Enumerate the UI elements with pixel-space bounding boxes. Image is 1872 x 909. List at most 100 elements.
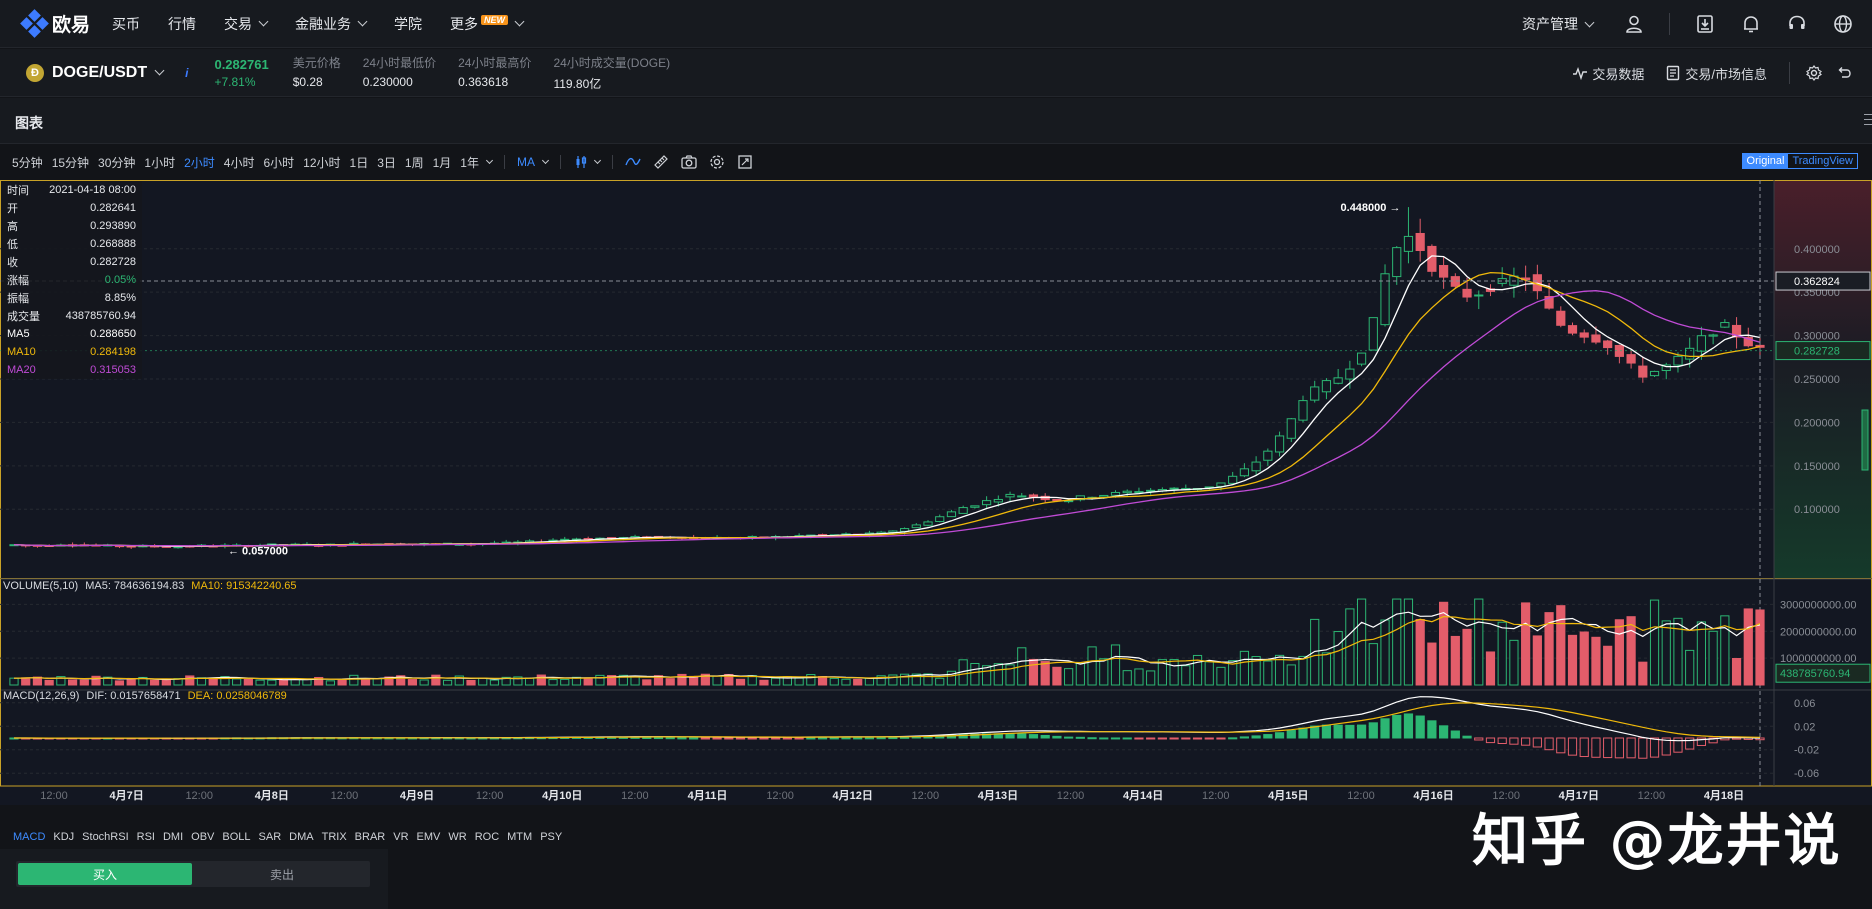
brand-logo[interactable]: 欧易	[20, 8, 90, 38]
settings-icon[interactable]	[1806, 65, 1822, 81]
trading-pair-selector[interactable]: DOGE/USDT	[52, 64, 147, 82]
indicator-tab-emv[interactable]: EMV	[417, 831, 441, 843]
timeframe-4[interactable]: 2小时	[184, 154, 215, 171]
macd-histogram-bar	[1427, 720, 1437, 739]
macd-histogram-bar	[1626, 737, 1636, 759]
chevron-down-icon[interactable]	[593, 156, 601, 164]
indicator-tab-macd[interactable]: MACD	[13, 831, 45, 843]
trade-data-link[interactable]: 交易数据	[1572, 64, 1644, 83]
nav-item-5[interactable]: 更多 NEW	[450, 14, 525, 34]
x-tick-label: 12:00	[1057, 790, 1085, 802]
indicator-tab-roc[interactable]: ROC	[475, 831, 499, 843]
original-view-button[interactable]: Original	[1742, 154, 1789, 168]
macd-histogram-bar	[1052, 735, 1062, 739]
nav-item-4[interactable]: 学院	[394, 14, 422, 34]
chart-area[interactable]: 0.400000 0.350000 0.300000 0.250000 0.200000…	[0, 180, 1872, 805]
volume-bar	[817, 676, 828, 686]
nav-item-1[interactable]: 行情	[168, 14, 196, 34]
top-nav: 欧易 买币 行情 交易 金融业务 学院 更多 NEW 资产管理	[0, 0, 1872, 48]
ticker-stat-label: 24小时成交量(DOGE)	[553, 55, 671, 70]
volume-bar	[1591, 636, 1601, 686]
ohlc-label: 成交量	[7, 311, 40, 323]
macd-histogram-bar	[1239, 736, 1250, 739]
buy-tab[interactable]: 买入	[18, 863, 192, 885]
macd-histogram-bar	[876, 737, 886, 740]
candle-body	[958, 507, 968, 514]
timeframe-6[interactable]: 6小时	[263, 154, 294, 171]
volume-bar	[935, 677, 945, 686]
macd-histogram-bar	[1544, 737, 1554, 751]
timeframe-8[interactable]: 1日	[350, 154, 369, 171]
indicator-tab-dma[interactable]: DMA	[289, 831, 313, 843]
indicator-select[interactable]: MA	[517, 155, 535, 169]
chart-settings-gear-icon[interactable]	[709, 154, 725, 170]
drawing-ruler-icon[interactable]	[653, 154, 669, 170]
nav-item-0[interactable]: 买币	[112, 14, 140, 34]
x-tick-label: 12:00	[476, 790, 504, 802]
timeframe-2[interactable]: 30分钟	[98, 154, 135, 171]
ticker-bar: Đ DOGE/USDT i 0.282761 +7.81% 美元价格 $0.28 2…	[0, 49, 1872, 97]
indicator-tab-boll[interactable]: BOLL	[222, 831, 250, 843]
timeframe-3[interactable]: 1小时	[144, 154, 175, 171]
ohlc-value: 438785760.94	[65, 310, 136, 322]
chevron-down-icon[interactable]	[541, 156, 549, 164]
asset-management-menu[interactable]: 资产管理	[1522, 14, 1595, 34]
candlestick-type-icon[interactable]	[573, 154, 589, 170]
ohlc-row: MA10 0.284198	[1, 343, 142, 361]
volume-bar	[642, 679, 652, 686]
timeframe-9[interactable]: 3日	[377, 154, 396, 171]
chevron-down-icon[interactable]	[485, 156, 493, 164]
indicator-tab-wr[interactable]: WR	[448, 831, 466, 843]
volume-bar	[771, 677, 781, 686]
line-indicator-icon[interactable]	[625, 154, 641, 170]
timeframe-10[interactable]: 1周	[405, 154, 424, 171]
macd-tick-label: -0.02	[1794, 745, 1819, 757]
volume-bar	[1743, 608, 1753, 686]
ticker-stat-value: 0.363618	[458, 74, 509, 89]
indicator-tab-vr[interactable]: VR	[393, 831, 408, 843]
macd-histogram-bar	[1134, 737, 1144, 740]
language-globe-icon[interactable]	[1832, 13, 1854, 35]
panel-menu-icon[interactable]	[1864, 114, 1872, 125]
tradingview-view-button[interactable]: TradingView	[1788, 154, 1857, 168]
ohlc-row: 收 0.282728	[1, 253, 142, 271]
fullscreen-icon[interactable]	[737, 154, 753, 170]
divider	[559, 155, 561, 169]
ohlc-label: MA5	[7, 328, 30, 340]
notification-bell-icon[interactable]	[1740, 13, 1762, 35]
timeframe-5[interactable]: 4小时	[224, 154, 255, 171]
asset-management-label: 资产管理	[1522, 16, 1578, 32]
chevron-down-icon[interactable]	[154, 65, 165, 76]
camera-snapshot-icon[interactable]	[681, 154, 697, 170]
nav-item-label: 行情	[168, 15, 197, 32]
indicator-tab-dmi[interactable]: DMI	[163, 831, 183, 843]
back-arrow-icon[interactable]	[1836, 65, 1852, 81]
timeframe-1[interactable]: 15分钟	[52, 154, 89, 171]
kline-chart[interactable]: 0.4000000.3500000.3000000.2500000.200000…	[0, 180, 1872, 805]
indicator-tab-rsi[interactable]: RSI	[137, 831, 155, 843]
support-headset-icon[interactable]	[1786, 13, 1808, 35]
info-icon[interactable]: i	[185, 66, 188, 80]
indicator-tab-mtm[interactable]: MTM	[507, 831, 532, 843]
trade-data-label: 交易数据	[1592, 66, 1645, 82]
indicator-tab-stochrsi[interactable]: StochRSI	[82, 831, 128, 843]
download-icon[interactable]	[1694, 13, 1716, 35]
indicator-tab-trix[interactable]: TRIX	[322, 831, 347, 843]
nav-item-3[interactable]: 金融业务	[295, 14, 368, 34]
volume-tag: 438785760.94	[1780, 668, 1850, 680]
chart-panel-title: 图表	[15, 115, 43, 131]
sell-tab[interactable]: 卖出	[194, 861, 370, 887]
nav-item-2[interactable]: 交易	[224, 14, 269, 34]
indicator-tab-psy[interactable]: PSY	[540, 831, 562, 843]
indicator-tab-brar[interactable]: BRAR	[355, 831, 386, 843]
user-icon[interactable]	[1623, 13, 1645, 35]
timeframe-0[interactable]: 5分钟	[12, 154, 43, 171]
candle-body	[1403, 235, 1414, 252]
indicator-tab-sar[interactable]: SAR	[259, 831, 282, 843]
timeframe-7[interactable]: 12小时	[303, 154, 340, 171]
market-info-link[interactable]: 交易/市场信息	[1666, 64, 1767, 83]
indicator-tab-kdj[interactable]: KDJ	[53, 831, 74, 843]
timeframe-11[interactable]: 1月	[433, 154, 452, 171]
timeframe-12[interactable]: 1年	[460, 154, 479, 171]
indicator-tab-obv[interactable]: OBV	[191, 831, 214, 843]
